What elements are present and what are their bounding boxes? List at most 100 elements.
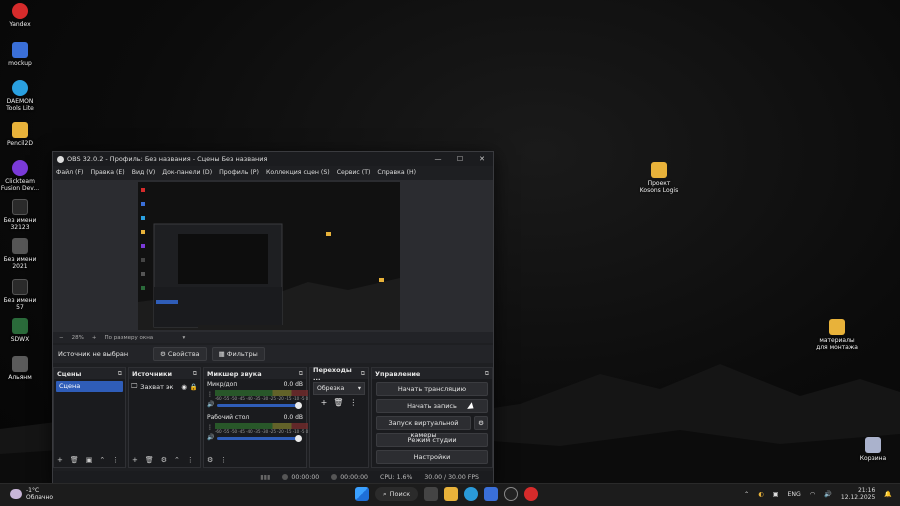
virtual-camera-settings-gear-icon[interactable]: ⚙	[474, 416, 488, 430]
tray-network-icon[interactable]: ▣	[773, 491, 779, 498]
folder-icon	[829, 319, 845, 335]
start-streaming-button[interactable]: Начать трансляцию	[376, 382, 488, 396]
channel-menu-icon[interactable]: ⋮	[207, 424, 213, 431]
dock-undock-icon[interactable]: ⧉	[118, 370, 122, 378]
volume-icon[interactable]: 🔊	[824, 490, 832, 498]
source-settings-button[interactable]: ⚙	[161, 456, 167, 464]
desktop-icon-pencil2d[interactable]: Pencil2D	[0, 122, 40, 147]
channel-menu-icon[interactable]: ⋮	[207, 391, 213, 398]
add-source-button[interactable]: +	[132, 456, 138, 464]
zoom-in-button[interactable]: +	[92, 335, 97, 341]
minimize-button[interactable]: —	[427, 155, 449, 163]
dock-menu-icon[interactable]: ⋮	[187, 456, 194, 464]
add-transition-button[interactable]: +	[321, 398, 328, 407]
desktop-icon-alyanm[interactable]: Альянм	[0, 356, 40, 381]
tray-chevron-up-icon[interactable]: ⌃	[744, 491, 749, 498]
dock-menu-icon[interactable]: ⋮	[112, 456, 119, 464]
weather-widget[interactable]: -1°C Облачно	[10, 487, 53, 501]
volume-slider[interactable]	[217, 435, 302, 442]
desktop-icon-bez-imeni-32123[interactable]: Без имени 32123	[0, 199, 40, 231]
add-scene-button[interactable]: +	[57, 456, 63, 464]
menu-view[interactable]: Вид (V)	[132, 169, 156, 176]
menu-profile[interactable]: Профиль (P)	[219, 169, 259, 176]
preview-canvas[interactable]	[138, 182, 400, 330]
source-item[interactable]: 🖵 Захват эк ◉ 🔒	[131, 381, 198, 392]
clock-date: 12.12.2025	[840, 494, 876, 501]
transitions-dock: Переходы ... ⧉ Обрезка ▾ + 🗑 ⋮	[309, 366, 369, 468]
move-up-button[interactable]: ⌃	[174, 456, 180, 464]
menu-tools[interactable]: Сервис (T)	[337, 169, 371, 176]
transition-menu-icon[interactable]: ⋮	[349, 398, 357, 407]
mixer-channel-desktop: Рабочий стол 0.0 dB ⋮ -60 -55 -50 -45 -40…	[204, 412, 309, 442]
eye-icon[interactable]: ◉	[181, 383, 187, 391]
tray-app-icon[interactable]: ◐	[758, 491, 763, 498]
zoom-fit-select[interactable]: По размеру окна	[104, 335, 174, 341]
menu-file[interactable]: Файл (F)	[56, 169, 83, 176]
dock-undock-icon[interactable]: ⧉	[299, 370, 303, 378]
desktop-icon-daemon-tools[interactable]: DAEMON Tools Lite	[0, 80, 40, 112]
clock[interactable]: 21:16 12.12.2025	[841, 487, 875, 501]
wifi-icon[interactable]: ◠	[810, 491, 815, 498]
desktop-icon-bez-imeni-57[interactable]: Без имени 57	[0, 279, 40, 311]
yandex-browser-icon[interactable]	[524, 487, 539, 501]
desktop-icon-recycle-bin[interactable]: Корзина	[853, 437, 893, 462]
start-virtual-camera-button[interactable]: Запуск виртуальной камеры	[376, 416, 471, 439]
desktop-icon-yandex[interactable]: Yandex	[0, 3, 40, 28]
mixer-settings-button[interactable]: ⚙	[207, 456, 213, 464]
dock-undock-icon[interactable]: ⧉	[361, 370, 365, 378]
dock-undock-icon[interactable]: ⧉	[485, 370, 489, 378]
menu-scene-collection[interactable]: Коллекция сцен (S)	[266, 169, 330, 176]
menu-help[interactable]: Справка (H)	[377, 169, 416, 176]
speaker-icon[interactable]: 🔊	[207, 434, 214, 441]
desktop-icon-mockup[interactable]: mockup	[0, 42, 40, 67]
settings-button[interactable]: Настройки	[376, 450, 488, 464]
scenes-header: Сцены	[57, 369, 82, 378]
desktop-icon-bez-imeni-2021[interactable]: Без имени 2021	[0, 238, 40, 270]
docks-panel: Сцены ⧉ Сцена + 🗑 ▣ ⌃ ⋮ Источники ⧉ 🖵 За…	[53, 366, 493, 468]
remove-source-button[interactable]: 🗑	[145, 456, 154, 464]
file-explorer-icon[interactable]	[444, 487, 459, 501]
scene-filters-button[interactable]: ▣	[86, 456, 93, 464]
sources-dock: Источники ⧉ 🖵 Захват эк ◉ 🔒 + 🗑 ⚙ ⌃ ⋮	[128, 367, 201, 468]
desktop-icon-clickteam[interactable]: Clickteam Fusion Dev...	[0, 160, 40, 192]
move-up-button[interactable]: ⌃	[99, 456, 105, 464]
notifications-bell-icon[interactable]: 🔔	[884, 490, 892, 498]
obs-titlebar[interactable]: OBS 32.0.2 - Профиль: Без названия - Сце…	[53, 152, 493, 166]
store-icon[interactable]	[484, 487, 499, 501]
zoom-out-button[interactable]: −	[59, 335, 64, 341]
close-button[interactable]: ✕	[471, 155, 493, 163]
properties-button[interactable]: ⚙ Свойства	[153, 347, 207, 361]
remove-transition-button[interactable]: 🗑	[333, 398, 343, 407]
task-view-icon[interactable]	[424, 487, 439, 501]
menu-docks[interactable]: Док-панели (D)	[162, 169, 212, 176]
desktop-icon-sdwx[interactable]: SDWX	[0, 318, 40, 343]
desktop-icon-materialy[interactable]: материалы для монтажа	[815, 319, 859, 351]
obs-window[interactable]: OBS 32.0.2 - Профиль: Без названия - Сце…	[52, 151, 494, 485]
monitor-icon: 🖵	[131, 382, 138, 390]
channel-name: Микр/доп	[207, 381, 238, 388]
dock-menu-icon[interactable]: ⋮	[220, 456, 227, 464]
obs-taskbar-icon[interactable]	[504, 487, 519, 501]
language-indicator[interactable]: ENG	[787, 491, 800, 498]
chevron-down-icon[interactable]: ▾	[182, 335, 185, 341]
preview-area[interactable]	[53, 180, 493, 332]
scene-item[interactable]: Сцена	[56, 381, 123, 392]
preview-screen-capture	[138, 182, 400, 330]
mixer-header: Микшер звука	[207, 369, 262, 378]
desktop-icon-proekt-kosons[interactable]: Проект Kosons Logis	[638, 162, 680, 194]
maximize-button[interactable]: ☐	[449, 155, 471, 163]
studio-mode-button[interactable]: Режим студии	[376, 433, 488, 447]
lock-icon[interactable]: 🔒	[190, 383, 198, 391]
start-windows-icon[interactable]	[355, 487, 369, 501]
taskbar-search[interactable]: ⌕ Поиск	[375, 487, 419, 501]
remove-scene-button[interactable]: 🗑	[70, 456, 79, 464]
speaker-icon[interactable]: 🔊	[207, 401, 214, 408]
folder-icon	[12, 122, 28, 138]
volume-slider[interactable]	[217, 402, 302, 409]
menu-edit[interactable]: Правка (E)	[90, 169, 124, 176]
cpu-usage: CPU: 1.6%	[380, 474, 413, 481]
transition-select[interactable]: Обрезка ▾	[313, 382, 365, 395]
edge-browser-icon[interactable]	[464, 487, 479, 501]
filters-button[interactable]: ▦ Фильтры	[211, 347, 265, 361]
dock-undock-icon[interactable]: ⧉	[193, 370, 197, 378]
